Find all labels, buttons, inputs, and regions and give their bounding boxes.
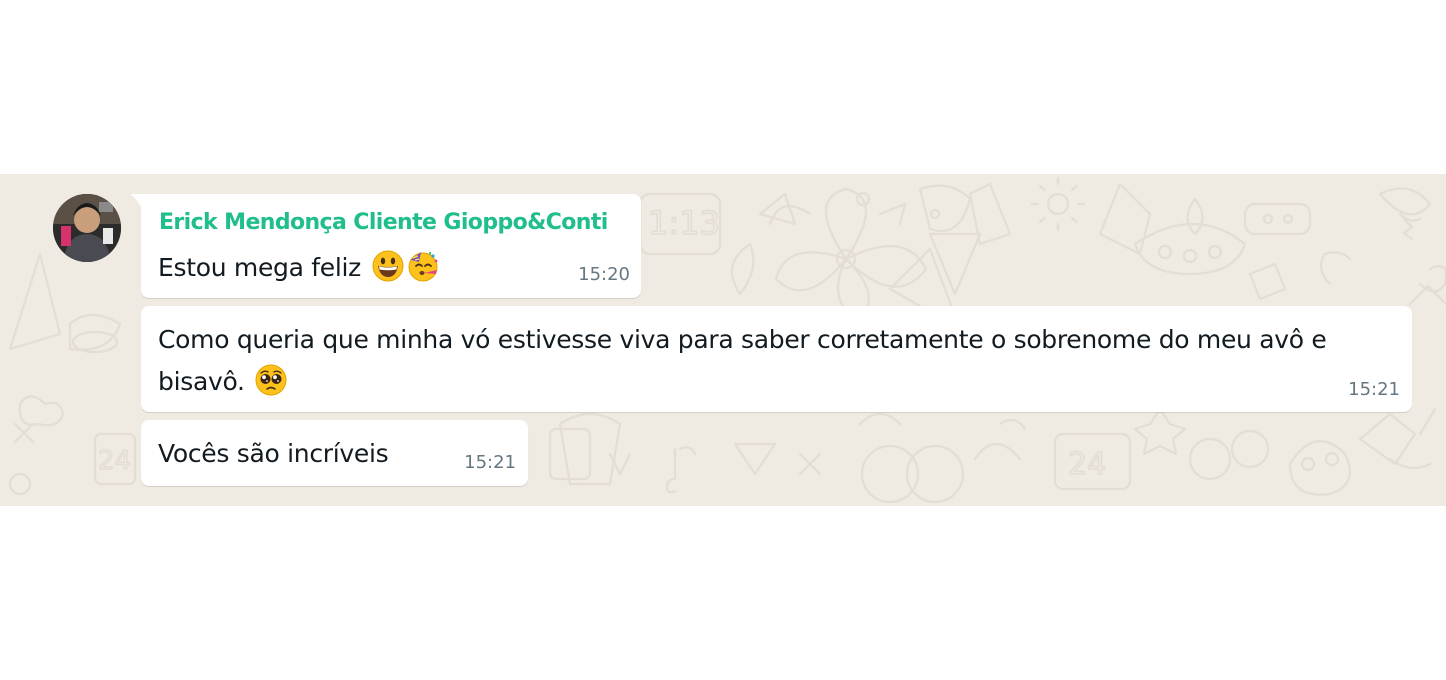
avatar[interactable]: [53, 194, 121, 262]
message-text-content: Como queria que minha vó estivesse viva …: [158, 325, 1327, 396]
message-text: Como queria que minha vó estivesse viva …: [158, 319, 1388, 403]
bubble-tail: [130, 194, 142, 208]
partying-face-emoji: [407, 250, 439, 282]
chat-area[interactable]: 24 1:13 24 Erick Mendonça Cliente Gioppo…: [0, 174, 1446, 506]
grinning-face-with-big-eyes-emoji: [372, 250, 404, 282]
svg-text:24: 24: [98, 446, 131, 476]
message-timestamp: 15:21: [1348, 379, 1400, 400]
pleading-face-emoji: [255, 364, 287, 396]
sender-name[interactable]: Erick Mendonça Cliente Gioppo&Conti: [159, 212, 608, 234]
message-text: Vocês são incríveis: [158, 439, 389, 468]
message-bubble[interactable]: Vocês são incríveis 15:21: [141, 420, 528, 486]
message-text: Estou mega feliz: [158, 247, 439, 289]
avatar-photo: [53, 194, 121, 262]
message-timestamp: 15:20: [578, 264, 630, 285]
svg-text:24: 24: [1068, 447, 1106, 482]
message-bubble[interactable]: Erick Mendonça Cliente Gioppo&Conti Esto…: [130, 194, 641, 298]
message-text-content: Estou mega feliz: [158, 253, 361, 282]
svg-text:1:13: 1:13: [648, 204, 720, 242]
message-timestamp: 15:21: [464, 452, 516, 473]
message-bubble[interactable]: Como queria que minha vó estivesse viva …: [141, 306, 1412, 412]
